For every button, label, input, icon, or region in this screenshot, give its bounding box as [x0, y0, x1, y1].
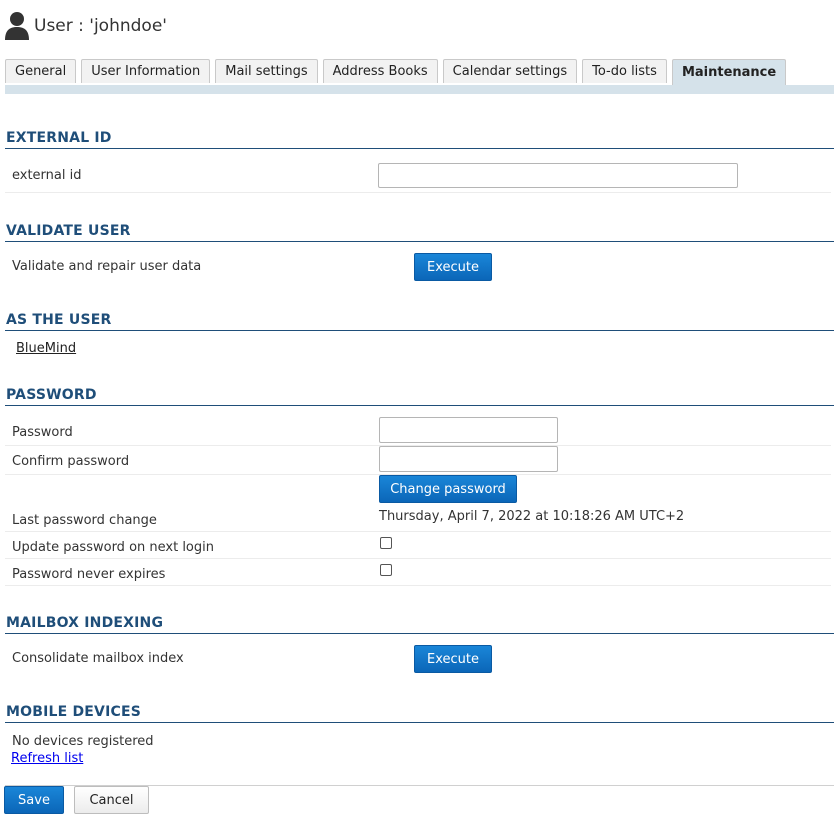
validate-user-label: Validate and repair user data [12, 259, 202, 274]
bluemind-login-link[interactable]: BlueMind [16, 341, 76, 356]
password-input[interactable] [379, 417, 558, 443]
tab-todo-lists[interactable]: To-do lists [582, 59, 667, 83]
section-divider [5, 405, 834, 406]
save-button[interactable]: Save [4, 786, 64, 814]
change-password-button[interactable]: Change password [379, 475, 517, 503]
tab-mail-settings[interactable]: Mail settings [215, 59, 318, 83]
refresh-list-link[interactable]: Refresh list [11, 751, 83, 766]
section-title-mailbox-indexing: MAILBOX INDEXING [6, 615, 164, 631]
tab-maintenance[interactable]: Maintenance [671, 59, 787, 85]
page-title: User : 'johndoe' [34, 16, 167, 36]
password-never-expires-checkbox[interactable] [380, 564, 392, 576]
external-id-label: external id [12, 168, 82, 183]
section-divider [5, 633, 834, 634]
section-title-password: PASSWORD [6, 387, 97, 403]
consolidate-mailbox-label: Consolidate mailbox index [12, 651, 184, 666]
confirm-password-label: Confirm password [12, 454, 130, 469]
section-title-as-the-user: AS THE USER [6, 312, 112, 328]
row-divider [5, 585, 831, 586]
tab-underline [5, 85, 834, 94]
tab-general[interactable]: General [5, 59, 77, 83]
tab-calendar-settings[interactable]: Calendar settings [442, 59, 578, 83]
user-icon [5, 12, 29, 40]
confirm-password-input[interactable] [379, 446, 558, 472]
tab-user-information[interactable]: User Information [81, 59, 211, 83]
update-password-next-login-label: Update password on next login [12, 540, 214, 555]
tab-address-books[interactable]: Address Books [322, 59, 438, 83]
section-divider [5, 241, 834, 242]
validate-execute-button[interactable]: Execute [414, 253, 492, 281]
page-header: User : 'johndoe' [4, 6, 167, 46]
section-title-mobile-devices: MOBILE DEVICES [6, 704, 142, 720]
mobile-devices-status: No devices registered [12, 734, 154, 749]
last-password-change-value: Thursday, April 7, 2022 at 10:18:26 AM U… [379, 509, 685, 524]
tab-bar: General User Information Mail settings A… [5, 59, 791, 85]
last-password-change-label: Last password change [12, 513, 157, 528]
row-divider [5, 558, 831, 559]
row-divider [5, 192, 831, 193]
section-title-external-id: EXTERNAL ID [6, 130, 112, 146]
section-divider [5, 148, 834, 149]
section-divider [5, 330, 834, 331]
row-divider [5, 531, 831, 532]
cancel-button[interactable]: Cancel [74, 786, 149, 814]
password-never-expires-label: Password never expires [12, 567, 166, 582]
section-divider [5, 722, 834, 723]
password-label: Password [12, 425, 73, 440]
update-password-next-login-checkbox[interactable] [380, 537, 392, 549]
section-title-validate-user: VALIDATE USER [6, 223, 131, 239]
external-id-input[interactable] [378, 163, 738, 188]
mailbox-execute-button[interactable]: Execute [414, 645, 492, 673]
